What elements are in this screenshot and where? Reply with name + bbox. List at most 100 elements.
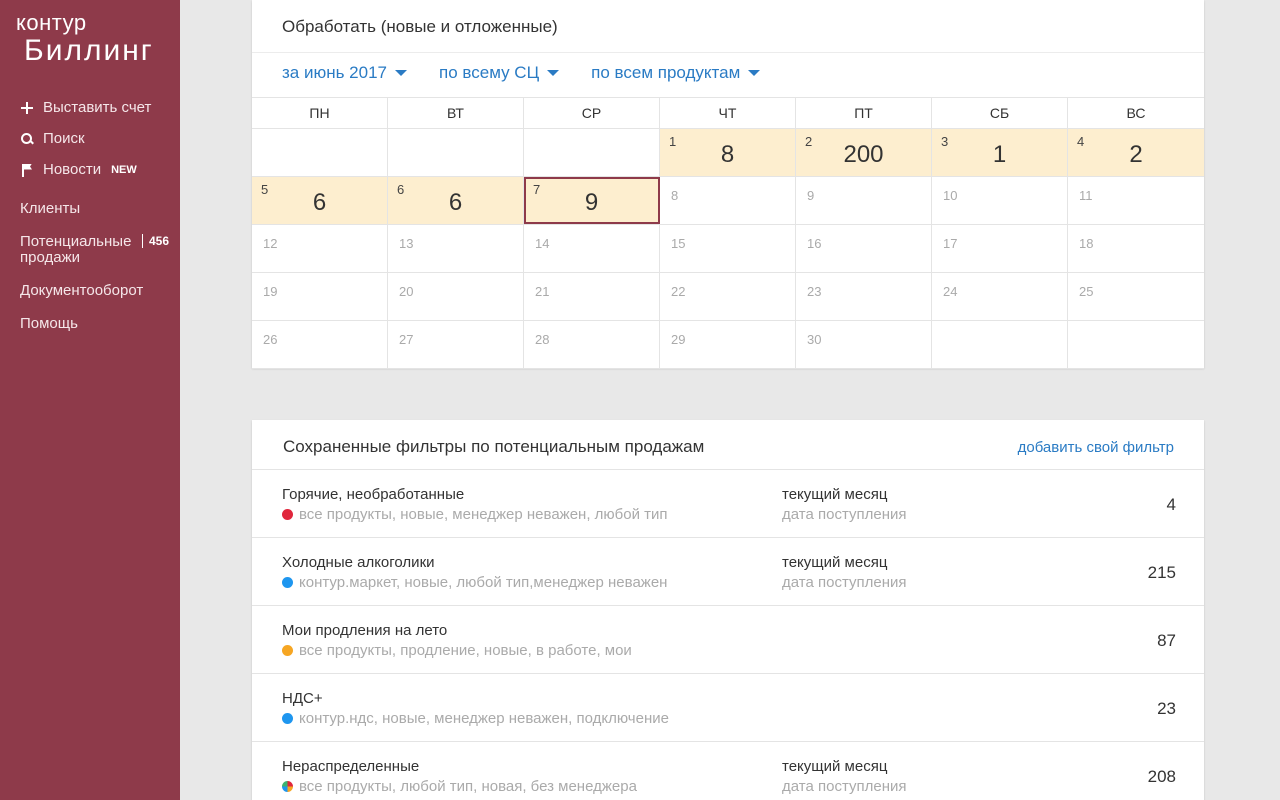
sidebar-item-help[interactable]: Помощь <box>20 315 170 332</box>
calendar-day-cell: 22 <box>660 273 796 320</box>
calendar-day-cell: 29 <box>660 321 796 368</box>
weekday-header: ПН ВТ СР ЧТ ПТ СБ ВС <box>252 98 1204 129</box>
day-count: 2 <box>1129 141 1143 168</box>
weekday-tue: ВТ <box>388 98 524 128</box>
calendar-empty-cell <box>524 129 660 176</box>
filter-count: 23 <box>1157 699 1176 718</box>
calendar-empty-cell <box>932 321 1068 368</box>
weekday-sun: ВС <box>1126 105 1146 121</box>
calendar-day-cell: 16 <box>796 225 932 272</box>
search-icon <box>20 132 34 146</box>
filter-period: текущий месяц <box>782 554 888 571</box>
product-filter-label: по всем продуктам <box>591 63 741 82</box>
filter-description-text: все продукты, продление, новые, в работе… <box>299 642 632 659</box>
period-filter-dropdown[interactable]: за июнь 2017 <box>282 63 408 83</box>
day-number: 17 <box>943 236 958 251</box>
calendar-day-cell[interactable]: 42 <box>1068 129 1204 176</box>
calendar-filters: за июнь 2017 по всему СЦ по всем продукт… <box>282 63 792 83</box>
day-number: 29 <box>671 332 686 347</box>
color-dot-icon <box>282 781 293 792</box>
flag-icon <box>20 163 34 177</box>
calendar-week-row: 12 13 14 15 16 17 18 <box>252 225 1204 273</box>
day-number: 26 <box>263 332 278 347</box>
weekday-fri: ПТ <box>796 98 932 128</box>
calendar-day-cell: 28 <box>524 321 660 368</box>
filter-count: 87 <box>1157 631 1176 650</box>
calendar-card: Обработать (новые и отложенные) за июнь … <box>252 0 1204 369</box>
product-filter-dropdown[interactable]: по всем продуктам <box>591 63 761 83</box>
calendar-today-cell[interactable]: 79 <box>524 177 660 224</box>
filter-count: 4 <box>1166 495 1176 514</box>
saved-filter-row[interactable]: Мои продления на лето все продукты, прод… <box>252 605 1204 673</box>
sidebar-item-clients[interactable]: Клиенты <box>20 200 170 222</box>
calendar-day-cell: 9 <box>796 177 932 224</box>
news-button[interactable]: Новости NEW <box>20 154 151 185</box>
saved-filter-row[interactable]: НДС+ контур.ндс, новые, менеджер неважен… <box>252 673 1204 741</box>
calendar-day-cell: 18 <box>1068 225 1204 272</box>
sidebar-actions: Выставить счет Поиск Новости NEW <box>20 92 151 185</box>
filter-count: 215 <box>1147 563 1176 582</box>
day-number: 20 <box>399 284 414 299</box>
create-invoice-button[interactable]: Выставить счет <box>20 92 151 123</box>
center-filter-dropdown[interactable]: по всему СЦ <box>439 63 560 83</box>
sidebar-item-potential-sales[interactable]: Потенциальные продажи 456 <box>20 234 170 266</box>
caret-down-icon <box>395 70 408 76</box>
calendar-day-cell: 25 <box>1068 273 1204 320</box>
calendar-week-row: 5 6 6 6 7 9 8 9 10 11 <box>252 177 1204 225</box>
calendar-day-cell[interactable]: 18 <box>660 129 796 176</box>
filter-period-sub: дата поступления <box>782 778 907 795</box>
day-count: 8 <box>720 141 735 168</box>
calendar-day-cell: 23 <box>796 273 932 320</box>
saved-filter-row[interactable]: Нераспределенные все продукты, любой тип… <box>252 741 1204 800</box>
filter-description: все продукты, продление, новые, в работе… <box>282 642 632 659</box>
day-count: 1 <box>992 141 1007 168</box>
filter-description-text: контур.ндс, новые, менеджер неважен, под… <box>299 710 669 727</box>
center-filter-label: по всему СЦ <box>439 63 540 82</box>
filter-name: Мои продления на лето <box>282 622 448 639</box>
calendar-day-cell: 19 <box>252 273 388 320</box>
filter-description: все продукты, любой тип, новая, без мене… <box>282 778 637 795</box>
create-invoice-label: Выставить счет <box>43 99 152 116</box>
day-number: 13 <box>399 236 414 251</box>
day-count: 200 <box>843 141 884 168</box>
calendar-week-row: 26 27 28 29 30 <box>252 321 1204 369</box>
calendar-day-cell[interactable]: 56 <box>252 177 388 224</box>
search-button[interactable]: Поиск <box>20 123 151 154</box>
filter-description: все продукты, новые, менеджер неважен, л… <box>282 506 668 523</box>
filter-name: Нераспределенные <box>282 758 420 775</box>
day-number: 24 <box>943 284 958 299</box>
logo-bottom-text: Биллинг <box>24 34 154 67</box>
day-number: 22 <box>671 284 686 299</box>
saved-filter-row[interactable]: Холодные алкоголики контур.маркет, новые… <box>252 537 1204 605</box>
sidebar-item-docs[interactable]: Документооборот <box>20 282 170 299</box>
filter-name: НДС+ <box>282 690 323 707</box>
day-number: 28 <box>535 332 550 347</box>
add-filter-link[interactable]: добавить свой фильтр <box>1018 439 1174 456</box>
sidebar: контур Биллинг Выставить счет Поиск Ново… <box>0 0 180 800</box>
day-number: 25 <box>1079 284 1094 299</box>
app-logo[interactable]: контур Биллинг <box>16 12 154 66</box>
filter-count: 208 <box>1147 767 1176 786</box>
divider <box>252 52 1204 53</box>
calendar-day-cell[interactable]: 31 <box>932 129 1068 176</box>
day-number: 18 <box>1079 236 1094 251</box>
weekday-wed: СР <box>524 98 660 128</box>
filter-description: контур.маркет, новые, любой тип,менеджер… <box>282 574 667 591</box>
day-number: 9 <box>807 188 815 203</box>
calendar-day-cell: 15 <box>660 225 796 272</box>
sidebar-item-potential-label: Потенциальные продажи <box>20 233 132 266</box>
day-number: 8 <box>671 188 679 203</box>
calendar-day-cell: 11 <box>1068 177 1204 224</box>
calendar-body: 1 8 2 200 3 1 4 2 5 6 6 6 7 9 8 9 10 11 12 13 14 15 16 17 18 19 20… <box>252 129 1204 369</box>
filter-name: Холодные алкоголики <box>282 554 435 571</box>
color-dot-icon <box>282 645 293 656</box>
weekday-mon: ПН <box>252 98 388 128</box>
filter-description: контур.ндс, новые, менеджер неважен, под… <box>282 710 669 727</box>
color-dot-icon <box>282 577 293 588</box>
day-number: 19 <box>263 284 278 299</box>
saved-filter-row[interactable]: Горячие, необработанные все продукты, но… <box>252 469 1204 537</box>
calendar-day-cell[interactable]: 2 200 <box>796 129 932 176</box>
calendar-day-cell[interactable]: 66 <box>388 177 524 224</box>
caret-down-icon <box>547 70 560 76</box>
sidebar-nav: Клиенты Потенциальные продажи 456 Докуме… <box>20 200 170 332</box>
